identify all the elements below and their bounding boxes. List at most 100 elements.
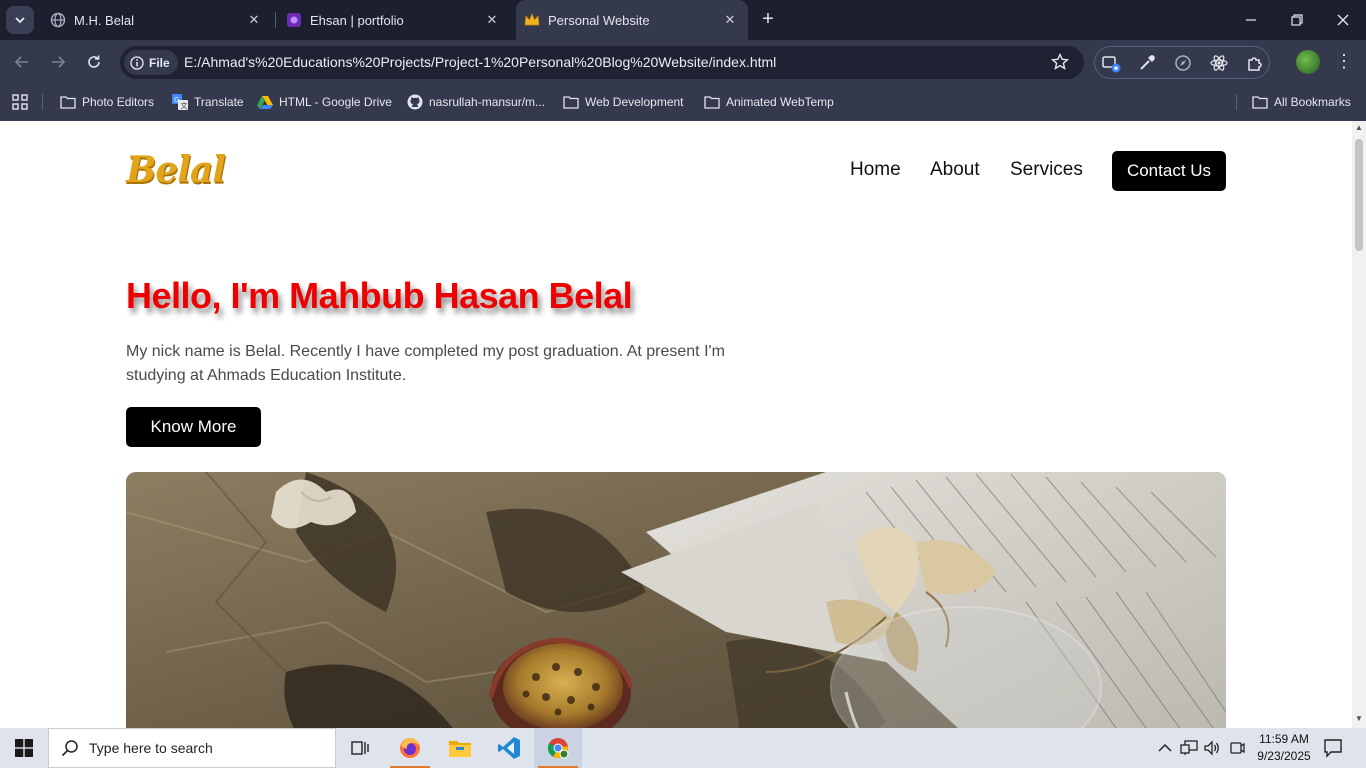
tab-title: Ehsan | portfolio bbox=[310, 12, 404, 28]
minimize-icon bbox=[1246, 19, 1256, 21]
google-drive-icon bbox=[257, 94, 273, 110]
bookmarks-bar: Photo Editors G文 Translate HTML - Google… bbox=[0, 84, 1366, 121]
hero-title: Hello, I'm Mahbub Hasan Belal bbox=[126, 275, 633, 316]
still-life-photo bbox=[126, 472, 1226, 728]
volume-icon[interactable] bbox=[1203, 739, 1221, 757]
bookmark-label: Photo Editors bbox=[82, 95, 155, 109]
crown-favicon-icon bbox=[524, 12, 540, 28]
task-view-icon[interactable] bbox=[336, 728, 384, 768]
bookmark-label: Web Development bbox=[585, 95, 684, 109]
hero-description: My nick name is Belal. Recently I have c… bbox=[126, 343, 725, 384]
bookmark-label: HTML - Google Drive bbox=[279, 95, 392, 109]
tab-search-button[interactable] bbox=[6, 6, 34, 34]
close-tab-icon[interactable]: ✕ bbox=[484, 12, 500, 28]
clock-time: 11:59 AM bbox=[1259, 732, 1309, 746]
back-button[interactable] bbox=[10, 50, 34, 74]
restore-button[interactable] bbox=[1274, 0, 1320, 40]
close-window-button[interactable] bbox=[1320, 0, 1366, 40]
show-hidden-icons-chevron-icon[interactable] bbox=[1156, 739, 1174, 757]
bookmark-github[interactable]: nasrullah-mansur/m... bbox=[407, 92, 545, 112]
folder-icon bbox=[1252, 94, 1268, 110]
address-bar[interactable]: File E:/Ahmad's%20Educations%20Projects/… bbox=[120, 46, 1084, 79]
browser-toolbar: File E:/Ahmad's%20Educations%20Projects/… bbox=[0, 40, 1366, 84]
site-info-chip[interactable]: File bbox=[124, 50, 178, 75]
folder-icon bbox=[60, 94, 76, 110]
arrow-left-icon bbox=[14, 56, 28, 68]
file-explorer-icon[interactable] bbox=[436, 728, 484, 768]
know-more-button[interactable]: Know More bbox=[126, 407, 261, 447]
bookmark-label: Translate bbox=[194, 95, 244, 109]
folder-icon bbox=[563, 94, 579, 110]
windows-taskbar: Type here to search 11:59 AM 9/23/2025 bbox=[0, 728, 1366, 768]
bookmark-translate[interactable]: G文 Translate bbox=[172, 92, 244, 112]
react-devtools-icon[interactable] bbox=[1209, 53, 1229, 73]
scroll-up-arrow-icon[interactable]: ▲ bbox=[1355, 124, 1363, 132]
site-logo[interactable]: Belal bbox=[126, 149, 226, 191]
minimize-button[interactable] bbox=[1228, 0, 1274, 40]
bookmark-label: Animated WebTemp bbox=[726, 95, 834, 109]
page-scrollbar[interactable]: ▲ ▼ bbox=[1352, 121, 1366, 728]
tab-ehsan-portfolio[interactable]: Ehsan | portfolio ✕ bbox=[278, 0, 510, 40]
tab-mh-belal[interactable]: M.H. Belal ✕ bbox=[40, 0, 272, 40]
svg-text:G: G bbox=[174, 96, 179, 104]
windows-logo-icon bbox=[15, 739, 33, 757]
vscode-icon[interactable] bbox=[485, 728, 533, 768]
hero-image bbox=[126, 472, 1226, 728]
bookmark-label: nasrullah-mansur/m... bbox=[429, 95, 546, 109]
profile-avatar[interactable] bbox=[1296, 50, 1320, 74]
scroll-thumb[interactable] bbox=[1355, 139, 1363, 251]
apps-grid-icon[interactable] bbox=[11, 92, 29, 112]
network-icon[interactable] bbox=[1180, 739, 1198, 757]
all-bookmarks-button[interactable]: All Bookmarks bbox=[1252, 92, 1351, 112]
svg-text:文: 文 bbox=[181, 101, 188, 110]
close-icon bbox=[1337, 14, 1349, 26]
search-icon bbox=[61, 740, 78, 757]
browser-menu-icon[interactable]: ⋮ bbox=[1334, 50, 1354, 74]
extensions-group bbox=[1094, 46, 1270, 79]
firefox-icon[interactable] bbox=[386, 728, 434, 768]
clock-date: 9/23/2025 bbox=[1257, 749, 1311, 763]
url-text[interactable]: E:/Ahmad's%20Educations%20Projects/Proje… bbox=[184, 54, 776, 70]
tab-manager-extension-icon[interactable] bbox=[1101, 53, 1121, 73]
page-viewport: Belal Home About Services Contact Us Hel… bbox=[0, 121, 1352, 728]
new-tab-button[interactable]: + bbox=[757, 9, 779, 31]
eyedropper-extension-icon[interactable] bbox=[1137, 53, 1157, 73]
nav-about-link[interactable]: About bbox=[930, 159, 980, 181]
all-bookmarks-label: All Bookmarks bbox=[1274, 95, 1351, 109]
site-chip-label: File bbox=[149, 55, 170, 70]
battery-meet-now-icon[interactable] bbox=[1228, 739, 1246, 757]
info-icon bbox=[130, 55, 144, 70]
globe-icon bbox=[50, 12, 66, 28]
github-icon bbox=[407, 94, 423, 110]
reload-button[interactable] bbox=[82, 50, 106, 74]
chrome-icon[interactable] bbox=[534, 728, 582, 768]
portfolio-favicon-icon bbox=[286, 12, 302, 28]
bookmark-google-drive[interactable]: HTML - Google Drive bbox=[257, 92, 392, 112]
notification-center-icon[interactable] bbox=[1322, 738, 1344, 758]
restore-icon bbox=[1291, 14, 1303, 26]
compass-extension-icon[interactable] bbox=[1173, 53, 1193, 73]
taskbar-search-box[interactable]: Type here to search bbox=[48, 728, 336, 768]
nav-services-link[interactable]: Services bbox=[1010, 159, 1083, 181]
chevron-down-icon bbox=[15, 17, 25, 24]
extensions-puzzle-icon[interactable] bbox=[1245, 53, 1265, 73]
arrow-right-icon bbox=[52, 56, 66, 68]
contact-us-button[interactable]: Contact Us bbox=[1112, 151, 1226, 191]
system-clock[interactable]: 11:59 AM 9/23/2025 bbox=[1246, 731, 1322, 765]
bookmark-animated-webtemp[interactable]: Animated WebTemp bbox=[704, 92, 834, 112]
nav-home-link[interactable]: Home bbox=[850, 159, 901, 181]
close-tab-icon[interactable]: ✕ bbox=[246, 12, 262, 28]
close-tab-icon[interactable]: ✕ bbox=[722, 12, 738, 28]
bookmark-web-development[interactable]: Web Development bbox=[563, 92, 684, 112]
forward-button[interactable] bbox=[46, 50, 70, 74]
start-button[interactable] bbox=[0, 728, 48, 768]
tab-title: Personal Website bbox=[548, 12, 650, 28]
bookmark-photo-editors[interactable]: Photo Editors bbox=[60, 92, 154, 112]
scroll-down-arrow-icon[interactable]: ▼ bbox=[1355, 715, 1363, 723]
bookmarks-separator bbox=[42, 94, 43, 110]
tab-strip: M.H. Belal ✕ Ehsan | portfolio ✕ Persona… bbox=[0, 0, 1366, 40]
tab-personal-website[interactable]: Personal Website ✕ bbox=[516, 0, 748, 40]
tab-separator bbox=[275, 12, 276, 28]
tab-title: M.H. Belal bbox=[74, 12, 134, 28]
bookmark-star-icon[interactable] bbox=[1050, 52, 1070, 72]
